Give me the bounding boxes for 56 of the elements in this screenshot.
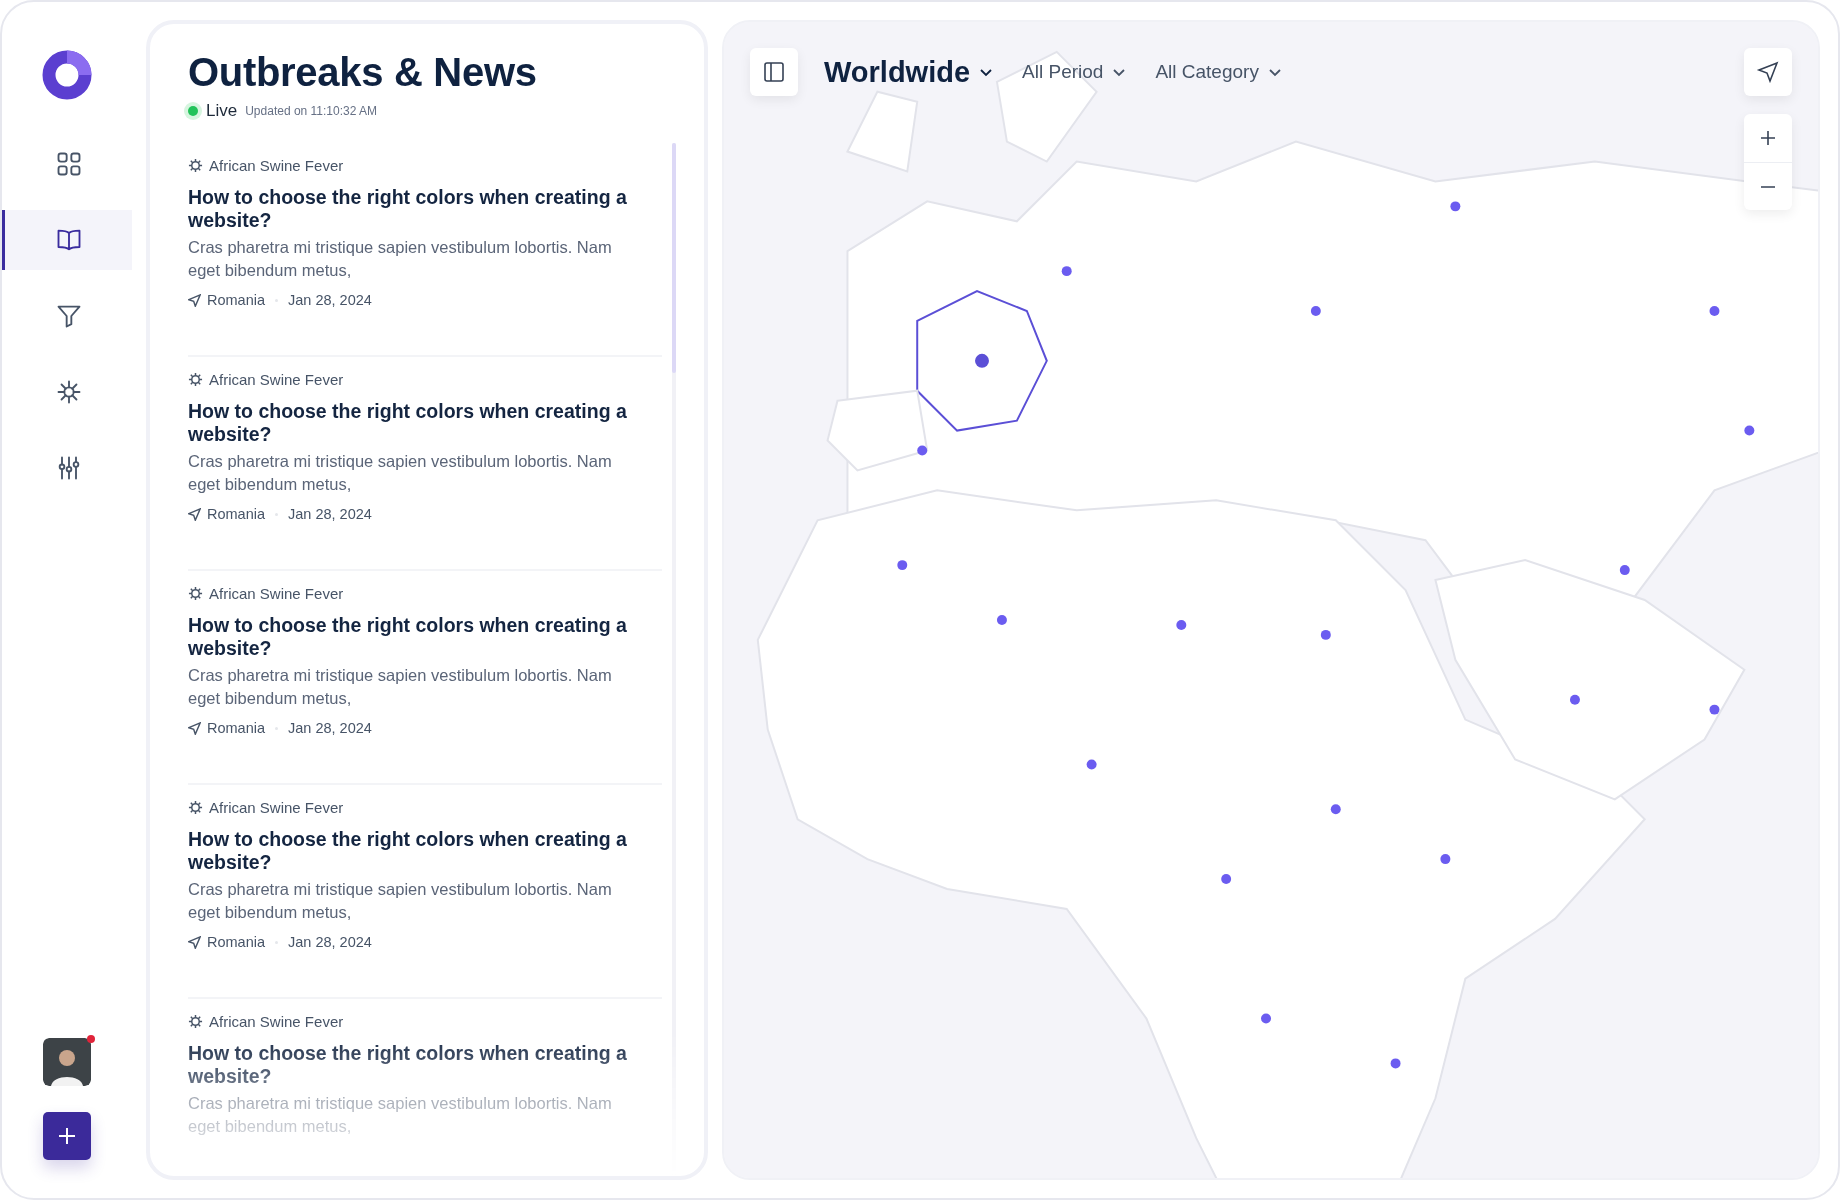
news-date: Jan 28, 2024 (288, 506, 372, 522)
news-card[interactable]: African Swine Fever How to choose the right colors when creating a website? Cras pharetra mi tristique sapien vestibulum lobortis. Nam eget bibendum metus, Romania Jan 28, 2024 (188, 143, 662, 357)
news-card[interactable]: African Swine Fever How to choose the right colors when creating a website? Cras pharetra mi tristique sapien vestibulum lobortis. Nam eget bibendum metus, Romania Jan 28, 2024 (188, 785, 662, 999)
news-date: Jan 28, 2024 (288, 720, 372, 736)
locate-button[interactable] (1744, 48, 1792, 96)
news-card[interactable]: African Swine Fever How to choose the right colors when creating a website? Cras pharetra mi tristique sapien vestibulum lobortis. Nam eget bibendum metus, (188, 999, 662, 1176)
news-date: Jan 28, 2024 (288, 934, 372, 950)
news-summary: Cras pharetra mi tristique sapien vestibulum lobortis. Nam eget bibendum metus, (188, 665, 613, 709)
news-location: Romania (207, 292, 266, 308)
updated-time: Updated on 11:10:32 AM (245, 104, 378, 118)
scrollbar-thumb[interactable] (672, 143, 676, 373)
live-dot (188, 106, 198, 116)
news-summary: Cras pharetra mi tristique sapien vestibulum lobortis. Nam eget bibendum metus, (188, 451, 613, 495)
minus-icon (1760, 185, 1776, 188)
news-location: Romania (207, 934, 266, 950)
navigation-icon (188, 507, 201, 521)
virus-icon (188, 372, 203, 387)
news-title: How to choose the right colors when creating a website? (188, 1042, 628, 1088)
news-location: Romania (207, 720, 266, 736)
sidebar-toggle-button[interactable] (750, 48, 798, 96)
avatar[interactable] (43, 1038, 91, 1086)
virus-icon (188, 800, 203, 815)
news-date: Jan 28, 2024 (288, 292, 372, 308)
news-category: African Swine Fever (209, 371, 344, 388)
news-card[interactable]: African Swine Fever How to choose the right colors when creating a website? Cras pharetra mi tristique sapien vestibulum lobortis. Nam eget bibendum metus, Romania Jan 28, 2024 (188, 357, 662, 571)
news-category: African Swine Fever (209, 585, 344, 602)
add-button[interactable] (43, 1112, 91, 1160)
filter-dropdown[interactable]: All Category (1155, 61, 1283, 83)
plus-icon (1758, 128, 1778, 148)
news-title: How to choose the right colors when creating a website? (188, 186, 628, 232)
sidebar-icon (762, 60, 786, 84)
news-title: How to choose the right colors when creating a website? (188, 614, 628, 660)
news-summary: Cras pharetra mi tristique sapien vestibulum lobortis. Nam eget bibendum metus, (188, 879, 613, 923)
news-title: How to choose the right colors when creating a website? (188, 400, 628, 446)
news-card[interactable]: African Swine Fever How to choose the right colors when creating a website? Cras pharetra mi tristique sapien vestibulum lobortis. Nam eget bibendum metus, Romania Jan 28, 2024 (188, 571, 662, 785)
navigation-icon (188, 935, 201, 949)
plus-icon (57, 1126, 77, 1146)
nav-item[interactable] (2, 210, 132, 270)
logo-icon (42, 50, 92, 100)
navigation-icon (188, 721, 201, 735)
navigation-icon (1756, 60, 1780, 84)
virus-icon (188, 586, 203, 601)
news-category: African Swine Fever (209, 799, 344, 816)
news-summary: Cras pharetra mi tristique sapien vestibulum lobortis. Nam eget bibendum metus, (188, 1093, 613, 1137)
news-title: How to choose the right colors when creating a website? (188, 828, 628, 874)
news-summary: Cras pharetra mi tristique sapien vestibulum lobortis. Nam eget bibendum metus, (188, 237, 613, 281)
news-category: African Swine Fever (209, 1013, 344, 1030)
live-label: Live (206, 101, 238, 121)
virus-icon (188, 158, 203, 173)
news-category: African Swine Fever (209, 157, 344, 174)
navigation-icon (188, 293, 201, 307)
news-location: Romania (207, 506, 266, 522)
filter-dropdown[interactable]: All Period (1022, 61, 1128, 83)
region-dropdown[interactable]: Worldwide (824, 55, 995, 89)
virus-icon (188, 1014, 203, 1029)
panel-title: Outbreaks & News (188, 50, 538, 95)
